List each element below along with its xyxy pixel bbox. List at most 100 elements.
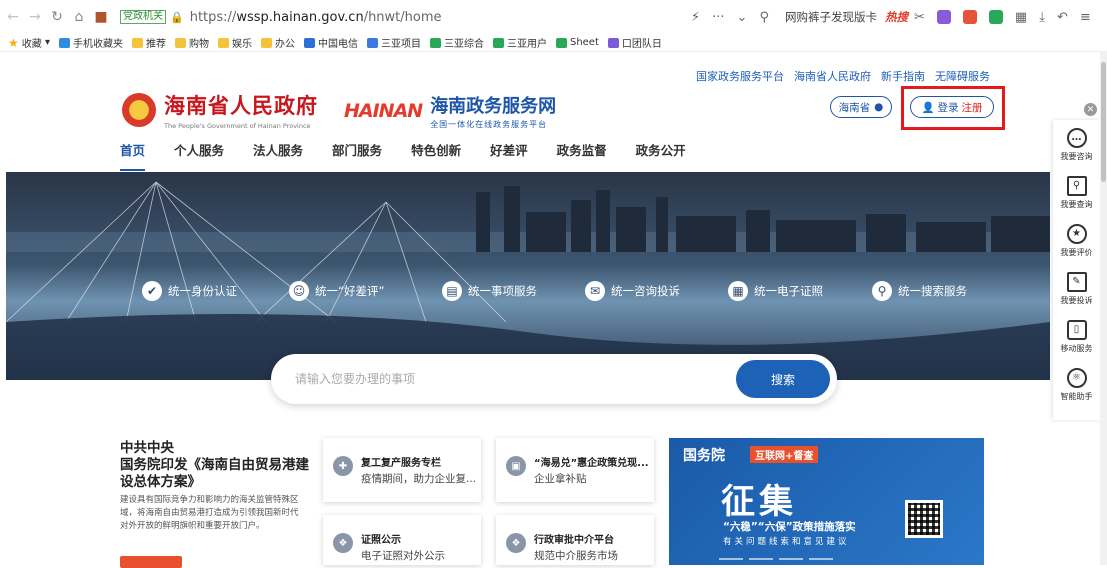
undo-icon[interactable]: ↶ [1057, 10, 1068, 25]
bookmark-item[interactable]: 收藏 ▾ [22, 35, 50, 50]
user-check-icon: ✔ [142, 281, 162, 301]
page-scrollbar[interactable] [1100, 52, 1107, 565]
top-link[interactable]: 无障碍服务 [935, 68, 990, 84]
ext2-icon[interactable] [988, 10, 1003, 24]
download-icon[interactable]: ⤓ [1039, 10, 1045, 25]
address-bar[interactable]: 党政机关 🔒 https://wssp.hainan.gov.cn/hnwt/h… [120, 4, 780, 30]
url-text[interactable]: https://wssp.hainan.gov.cn/hnwt/home [190, 10, 442, 25]
chat-icon: ✉ [585, 281, 605, 301]
news-feature[interactable]: 中共中央 国务院印发《海南自由贸易港建设总体方案》 建设具有国际竞争力和影响力的… [120, 440, 310, 568]
region-selector[interactable]: 海南省 ● [830, 96, 892, 118]
nav-home[interactable]: 首页 [120, 140, 146, 171]
bookmark-item[interactable]: Sheet [555, 37, 599, 48]
scissors-icon[interactable]: ✂ [914, 10, 925, 25]
bookmark-item[interactable]: 三亚综合 [429, 35, 484, 50]
bookmark-item[interactable]: 推荐 [131, 35, 166, 50]
search-button[interactable]: 搜索 [736, 360, 830, 398]
service-logo-subtitle: 全国一体化在线政务服务平台 [430, 120, 548, 129]
sidebar-rate[interactable]: ★ 我要评价 [1053, 224, 1100, 258]
top-link[interactable]: 新手指南 [881, 68, 925, 84]
chat-bubble-icon: … [1066, 128, 1087, 148]
login-link[interactable]: 登录 [938, 100, 959, 115]
top-link[interactable]: 海南省人民政府 [794, 68, 871, 84]
news-more-button[interactable] [120, 556, 182, 568]
chevron-down-icon[interactable]: ⌄ [737, 10, 748, 25]
edit-icon: ✎ [1066, 272, 1087, 292]
card-subtitle: 规范中介服务市场 [534, 550, 618, 562]
nav-department[interactable]: 部门服务 [332, 140, 382, 171]
forward-icon[interactable]: → [26, 9, 44, 25]
promo-banner[interactable]: 国务院 互联网+督查 征集 “六稳”“六保”政策措施落实 有关问题线索和意见建议 [669, 438, 984, 565]
hainan-brand-logo: HAINAN [344, 100, 423, 122]
search-input[interactable] [295, 369, 695, 389]
service-consult[interactable]: ✉ 统一咨询投诉 [585, 281, 680, 301]
bookmark-item[interactable]: 购物 [174, 35, 209, 50]
scrollbar-thumb[interactable] [1101, 62, 1106, 182]
login-register-button[interactable]: 👤 登录 注册 [910, 96, 994, 118]
service-search[interactable]: ⚲ 统一搜索服务 [872, 281, 967, 301]
home-icon[interactable]: ⌂ [70, 9, 88, 25]
login-highlight-box: 👤 登录 注册 [901, 86, 1005, 130]
hero-banner [6, 172, 1050, 380]
lightning-icon[interactable]: ⚡ [691, 10, 700, 25]
service-logo-title: 海南政务服务网 [430, 96, 557, 117]
bookmark-item[interactable]: 中国电信 [303, 35, 358, 50]
promo-head: 国务院 [683, 448, 725, 464]
hot-search-label[interactable]: 热搜 [885, 9, 908, 25]
card-policy[interactable]: ▣ “海易兑”惠企政策兑现... 企业拿补贴 [496, 438, 654, 502]
bookmark-item[interactable]: 办公 [260, 35, 295, 50]
game-icon[interactable] [962, 10, 977, 24]
reload-icon[interactable]: ↻ [48, 9, 66, 25]
nav-corporate[interactable]: 法人服务 [253, 140, 303, 171]
service-matters[interactable]: ▤ 统一事项服务 [442, 281, 537, 301]
search-box: 搜索 [271, 354, 837, 404]
sidebar-mobile[interactable]: ▯ 移动服务 [1053, 320, 1100, 354]
bookmark-item[interactable]: 娱乐 [217, 35, 252, 50]
bookmarks-bar: ★ 收藏 ▾ 手机收藏夹 推荐 购物 娱乐 办公 中国电信 三亚项目 三亚综合 … [0, 34, 1107, 52]
back-icon[interactable]: ← [4, 9, 22, 25]
card-title: 证照公示 [361, 535, 401, 546]
ext-icon[interactable] [936, 10, 951, 24]
service-rating[interactable]: ☺ 统一“好差评” [289, 281, 384, 301]
news-headline[interactable]: 国务院印发《海南自由贸易港建设总体方案》 [120, 457, 310, 491]
sidebar-query[interactable]: ⚲ 我要查询 [1053, 176, 1100, 210]
bag-icon[interactable]: ■ [92, 9, 110, 25]
bookmark-item[interactable]: 三亚项目 [366, 35, 421, 50]
sidebar-assistant[interactable]: ⚛ 智能助手 [1053, 368, 1100, 402]
bookmark-item[interactable]: 手机收藏夹 [58, 35, 123, 50]
nav-personal[interactable]: 个人服务 [174, 140, 224, 171]
card-agency[interactable]: ❖ 行政审批中介平台 规范中介服务市场 [496, 515, 654, 565]
bookmark-item[interactable]: 口团队日 [607, 35, 662, 50]
card-subtitle: 企业拿补贴 [534, 473, 587, 485]
gov-logo[interactable]: 海南省人民政府 The People's Government of Haina… [122, 90, 318, 130]
service-logo[interactable]: HAINAN 海南政务服务网 全国一体化在线政务服务平台 [344, 92, 556, 130]
browser-search-hint[interactable]: 网购裤子发现版卡 [785, 9, 877, 25]
card-license[interactable]: ❖ 证照公示 电子证照对外公示 [323, 515, 481, 565]
nav-supervision[interactable]: 政务监督 [557, 140, 607, 171]
browser-toolbar: ← → ↻ ⌂ ■ 党政机关 🔒 https://wssp.hainan.gov… [0, 0, 1107, 34]
nav-disclosure[interactable]: 政务公开 [636, 140, 686, 171]
top-links: 国家政务服务平台 海南省人民政府 新手指南 无障碍服务 [696, 68, 990, 84]
grid-icon[interactable]: ▦ [1015, 10, 1027, 25]
service-certificate[interactable]: ▦ 统一电子证照 [728, 281, 823, 301]
promo-line2: 有关问题线索和意见建议 [723, 537, 850, 547]
sidebar-consult[interactable]: … 我要咨询 [1053, 128, 1100, 162]
sidebar-complain[interactable]: ✎ 我要投诉 [1053, 272, 1100, 306]
news-body: 建设具有国际竞争力和影响力的海关监管特殊区域，将海南自由贸易港打造成为引领我国新… [120, 495, 299, 531]
service-identity[interactable]: ✔ 统一身份认证 [142, 281, 237, 301]
top-link[interactable]: 国家政务服务平台 [696, 68, 784, 84]
menu-icon[interactable]: ≡ [1080, 10, 1091, 25]
drops-icon: ❖ [506, 533, 526, 553]
drops-icon: ❖ [333, 533, 353, 553]
register-link[interactable]: 注册 [962, 100, 983, 115]
nav-innovation[interactable]: 特色创新 [411, 140, 461, 171]
card-resume-work[interactable]: ✚ 复工复产服务专栏 疫情期间，助力企业复... [323, 438, 481, 502]
more-icon[interactable]: ··· [712, 10, 724, 25]
star-icon: ★ [8, 35, 19, 50]
nav-rating[interactable]: 好差评 [490, 140, 528, 171]
shield-icon: ✚ [333, 456, 353, 476]
close-icon[interactable]: ✕ [1084, 103, 1097, 116]
carousel-dots[interactable] [719, 558, 833, 560]
bookmark-item[interactable]: 三亚用户 [492, 35, 547, 50]
card-subtitle: 电子证照对外公示 [361, 550, 445, 562]
